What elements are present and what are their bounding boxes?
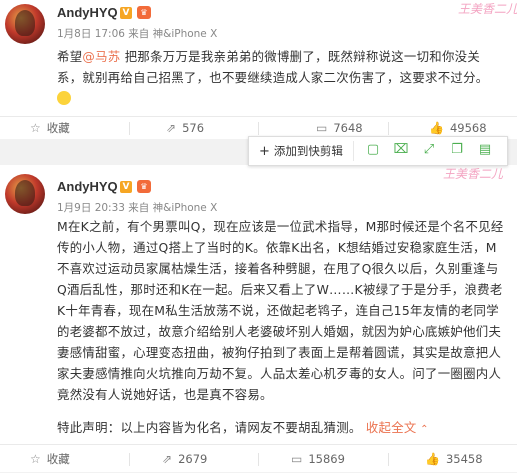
copy-icon[interactable]: ❐ [449,142,465,158]
divider [258,122,259,135]
repost-button[interactable]: ⇗ 576 [166,117,204,139]
username[interactable]: AndyHYQ [57,5,118,20]
avatar[interactable] [5,174,45,214]
bookmark-icon[interactable]: ▤ [477,142,493,158]
avatar[interactable] [5,4,45,44]
save-icon[interactable]: ▢ [365,142,381,158]
comment-icon: ▭ [291,452,303,466]
repost-icon: ⇗ [162,452,173,466]
plus-icon: + [259,144,270,159]
like-count: 35458 [445,452,483,466]
weibo-post-1: AndyHYQ V ♛ 1月8日 17:06 来自 神&iPhone X 王美香… [0,0,517,139]
repost-button[interactable]: ⇗ 2679 [162,445,207,473]
comment-button[interactable]: ▭ 15869 [291,445,345,473]
username[interactable]: AndyHYQ [57,179,118,194]
verified-badge-icon: V [120,7,132,19]
divider [129,122,130,135]
smile-emoji-icon [57,91,71,105]
divider [388,122,389,135]
collect-button[interactable]: ☆ 收藏 [30,445,70,473]
verified-badge-icon: V [120,181,132,193]
thumbs-up-icon: 👍 [425,452,440,466]
add-to-quick-clip-label: 添加到快剪辑 [273,144,343,158]
repost-count: 576 [182,121,205,135]
weibo-post-2: AndyHYQ V ♛ 1月9日 20:33 来自 神&iPhone X 王美香… [0,165,517,472]
action-bar: ☆ 收藏 ⇗ 2679 ▭ 15869 👍 35458 [0,444,517,472]
post-text: 希望@马苏 把那条万万是我亲弟弟的微博删了，既然辩称说这一切和你没关系，就别再给… [57,46,505,109]
like-count: 49568 [449,121,487,135]
watermark: 王美香二儿 [458,2,517,16]
post-text-rest: 把那条万万是我亲弟弟的微博删了，既然辩称说这一切和你没关系，就别再给自己招黑了，… [57,49,489,85]
vip-crown-icon: ♛ [137,180,151,193]
expand-icon[interactable]: ⤢ [421,142,437,158]
add-to-quick-clip-button[interactable]: + 添加到快剪辑 [255,141,354,161]
star-icon: ☆ [30,452,41,466]
thumbs-up-icon: 👍 [429,121,444,135]
like-button[interactable]: 👍 35458 [425,445,483,473]
clip-icon[interactable]: ⌧ [393,142,409,158]
post-text: M在K之前，有个男票叫Q，现在应该是一位武术指导，M那时候还是个名不见经传的小人… [57,216,505,405]
divider [258,453,259,466]
comment-count: 7648 [333,121,363,135]
collapse-full-text-link[interactable]: 收起全文 [366,420,417,435]
post-meta: 1月8日 17:06 来自 神&iPhone X [57,28,218,40]
collect-label: 收藏 [46,121,70,135]
comment-count: 15869 [308,452,345,466]
collect-label: 收藏 [46,452,70,466]
disclaimer-text: 特此声明：以上内容皆为化名，请网友不要胡乱猜测。 [57,420,362,435]
repost-icon: ⇗ [166,121,177,135]
divider [388,453,389,466]
post-text-start: 希望 [57,49,83,64]
watermark: 王美香二儿 [443,167,504,181]
post-disclaimer: 特此声明：以上内容皆为化名，请网友不要胡乱猜测。 收起全文 ⌃ [57,417,505,440]
repost-count: 2679 [178,452,208,466]
quick-clip-toolbar: + 添加到快剪辑 ▢ ⌧ ⤢ ❐ ▤ [248,136,508,166]
chevron-up-icon[interactable]: ⌃ [417,424,429,435]
divider [129,453,130,466]
post-text-body: M在K之前，有个男票叫Q，现在应该是一位武术指导，M那时候还是个名不见经传的小人… [57,219,504,402]
collect-button[interactable]: ☆ 收藏 [30,117,70,139]
vip-crown-icon: ♛ [137,6,151,19]
star-icon: ☆ [30,121,41,135]
mention-link[interactable]: @马苏 [82,49,120,64]
comment-icon: ▭ [316,121,328,135]
post-meta: 1月9日 20:33 来自 神&iPhone X [57,202,218,214]
